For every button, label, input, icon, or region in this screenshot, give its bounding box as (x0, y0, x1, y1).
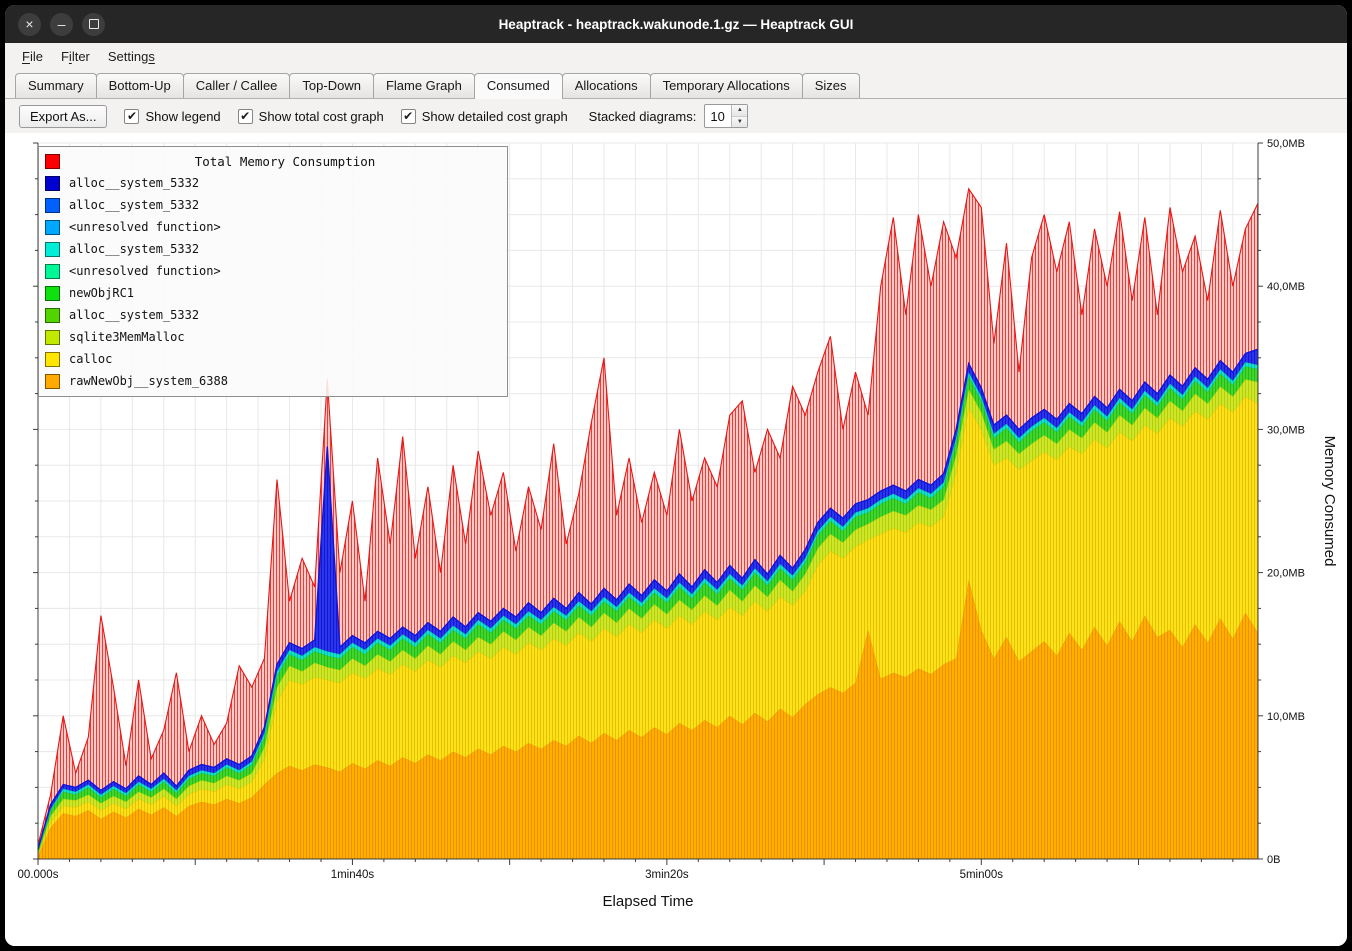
legend-label: alloc__system_5332 (69, 308, 199, 322)
maximize-button[interactable] (82, 13, 105, 36)
show-detailed-cost-graph-checkbox[interactable]: Show detailed cost graph (401, 109, 568, 124)
legend-swatch (45, 286, 60, 301)
menu-filter[interactable]: Filter (52, 47, 99, 66)
legend-label: <unresolved function> (69, 220, 221, 234)
checkbox-icon (401, 109, 416, 124)
menu-mnemonic: F (22, 49, 30, 64)
legend-label: sqlite3MemMalloc (69, 330, 185, 344)
stacked-diagrams-label: Stacked diagrams: (589, 109, 697, 124)
window-controls: × – (18, 13, 105, 36)
menu-settings[interactable]: Settings (99, 47, 164, 66)
x-axis-tick-label: 5min00s (960, 869, 1004, 881)
menu-label-part: lter (72, 49, 90, 64)
legend-label: alloc__system_5332 (69, 176, 199, 190)
legend-label: rawNewObj__system_6388 (69, 374, 228, 388)
legend-item: alloc__system_5332 (39, 194, 507, 216)
tab-flame-graph[interactable]: Flame Graph (373, 73, 475, 98)
tab-allocations[interactable]: Allocations (562, 73, 651, 98)
tab-caller-callee[interactable]: Caller / Callee (183, 73, 291, 98)
checkbox-label: Show detailed cost graph (422, 109, 568, 124)
toolbar: Export As... Show legend Show total cost… (5, 99, 1347, 133)
legend-label: alloc__system_5332 (69, 198, 199, 212)
legend-swatch (45, 352, 60, 367)
tab-bottom-up[interactable]: Bottom-Up (96, 73, 184, 98)
x-axis-title: Elapsed Time (603, 893, 694, 910)
minimize-icon: – (58, 17, 66, 31)
show-total-cost-graph-checkbox[interactable]: Show total cost graph (238, 109, 384, 124)
y-axis-tick-label: 30,0MB (1267, 424, 1305, 436)
legend-title-swatch (45, 154, 60, 169)
y-axis-tick-label: 10,0MB (1267, 711, 1305, 723)
legend-swatch (45, 330, 60, 345)
legend-swatch (45, 374, 60, 389)
legend-swatch (45, 308, 60, 323)
titlebar[interactable]: × – Heaptrack - heaptrack.wakunode.1.gz … (5, 5, 1347, 43)
y-axis-tick-label: 50,0MB (1267, 138, 1305, 150)
checkbox-icon (124, 109, 139, 124)
legend-item: newObjRC1 (39, 282, 507, 304)
minimize-button[interactable]: – (50, 13, 73, 36)
legend-label: alloc__system_5332 (69, 242, 199, 256)
menu-label-part: F (61, 49, 69, 64)
menu-label-part: ile (30, 49, 43, 64)
stacked-diagrams-spinbox[interactable]: 10 ▲ ▼ (704, 104, 748, 128)
legend-swatch (45, 264, 60, 279)
checkbox-label: Show total cost graph (259, 109, 384, 124)
spinbox-value: 10 (705, 105, 731, 127)
y-axis-title: Memory Consumed (1321, 436, 1338, 567)
menu-mnemonic: s (148, 49, 155, 64)
tab-top-down[interactable]: Top-Down (289, 73, 374, 98)
show-legend-checkbox[interactable]: Show legend (124, 109, 220, 124)
legend-swatch (45, 176, 60, 191)
legend-item: alloc__system_5332 (39, 238, 507, 260)
close-button[interactable]: × (18, 13, 41, 36)
tab-summary[interactable]: Summary (15, 73, 97, 98)
y-axis-tick-label: 40,0MB (1267, 281, 1305, 293)
legend-item: rawNewObj__system_6388 (39, 370, 507, 392)
legend-label: newObjRC1 (69, 286, 134, 300)
menu-file[interactable]: File (13, 47, 52, 66)
chart-panel: 0B 10,0MB 20,0MB 30,0MB 40,0MB 50,0MB 00.000s 1… (5, 133, 1347, 946)
menu-label-part: Setting (108, 49, 148, 64)
legend-item: <unresolved function> (39, 260, 507, 282)
legend-swatch (45, 242, 60, 257)
spinbox-down-button[interactable]: ▼ (732, 117, 747, 128)
legend-item: alloc__system_5332 (39, 172, 507, 194)
tab-temporary-allocations[interactable]: Temporary Allocations (650, 73, 803, 98)
legend-item: alloc__system_5332 (39, 304, 507, 326)
legend-item: <unresolved function> (39, 216, 507, 238)
legend-swatch (45, 220, 60, 235)
legend-item: calloc (39, 348, 507, 370)
tab-consumed[interactable]: Consumed (474, 73, 563, 99)
application-window: × – Heaptrack - heaptrack.wakunode.1.gz … (5, 5, 1347, 946)
legend-title: Total Memory Consumption (39, 150, 507, 172)
spinbox-buttons: ▲ ▼ (731, 105, 747, 127)
spinbox-up-button[interactable]: ▲ (732, 105, 747, 117)
y-axis-tick-label: 20,0MB (1267, 568, 1305, 580)
x-axis-tick-label: 00.000s (18, 869, 59, 881)
export-as-button[interactable]: Export As... (19, 105, 107, 128)
legend-label: <unresolved function> (69, 264, 221, 278)
x-axis-tick-label: 1min40s (331, 869, 375, 881)
legend-swatch (45, 198, 60, 213)
x-axis-tick-label: 3min20s (645, 869, 689, 881)
checkbox-label: Show legend (145, 109, 220, 124)
maximize-icon (89, 19, 99, 29)
legend-title-label: Total Memory Consumption (69, 154, 501, 169)
close-icon: × (25, 17, 33, 31)
checkbox-icon (238, 109, 253, 124)
tab-sizes[interactable]: Sizes (802, 73, 860, 98)
tab-bar: Summary Bottom-Up Caller / Callee Top-Do… (5, 69, 1347, 99)
chart-legend: Total Memory Consumption alloc__system_5… (38, 146, 508, 397)
legend-items: alloc__system_5332 alloc__system_5332 <unr… (39, 172, 507, 392)
legend-item: sqlite3MemMalloc (39, 326, 507, 348)
y-axis-tick-label: 0B (1267, 854, 1280, 866)
legend-label: calloc (69, 352, 112, 366)
menubar: File Filter Settings (5, 43, 1347, 69)
window-title: Heaptrack - heaptrack.wakunode.1.gz — He… (5, 17, 1347, 32)
